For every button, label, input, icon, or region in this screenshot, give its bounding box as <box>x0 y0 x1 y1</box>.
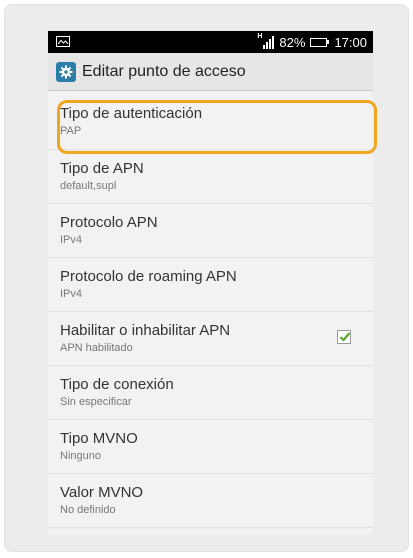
setting-summary: Ninguno <box>60 450 101 462</box>
setting-summary: IPv4 <box>60 288 83 300</box>
setting-title: Tipo de APN <box>60 160 144 177</box>
setting-summary: No definido <box>60 504 116 516</box>
page-title: Editar punto de acceso <box>82 62 246 80</box>
checkmark-icon <box>339 332 351 342</box>
setting-summary: Sin especificar <box>60 396 132 408</box>
setting-title: Habilitar o inhabilitar APN <box>60 322 231 339</box>
setting-apn-enable[interactable]: Habilitar o inhabilitar APN APN habilita… <box>48 312 373 366</box>
setting-title: Valor MVNO <box>60 484 144 501</box>
setting-mvno-value[interactable]: Valor MVNO No definido <box>48 474 373 528</box>
setting-apn-protocol[interactable]: Protocolo APN IPv4 <box>48 204 373 258</box>
setting-title: Protocolo de roaming APN <box>60 268 237 285</box>
setting-title: Tipo MVNO <box>60 430 138 447</box>
signal-type-label: H <box>257 32 263 40</box>
clock: 17:00 <box>334 34 367 50</box>
settings-list: Tipo de autenticación PAP Tipo de APN de… <box>48 91 373 528</box>
action-bar: Editar punto de acceso <box>48 53 373 91</box>
setting-roaming-protocol[interactable]: Protocolo de roaming APN IPv4 <box>48 258 373 312</box>
setting-mvno-type[interactable]: Tipo MVNO Ninguno <box>48 420 373 474</box>
highlight-box <box>57 100 377 154</box>
setting-apn-type[interactable]: Tipo de APN default,supl <box>48 150 373 204</box>
image-icon <box>56 35 70 50</box>
battery-percent: 82% <box>279 34 306 50</box>
setting-summary: APN habilitado <box>60 342 133 354</box>
signal-icon: H <box>257 32 275 49</box>
gear-icon[interactable] <box>56 61 76 82</box>
setting-connection-type[interactable]: Tipo de conexión Sin especificar <box>48 366 373 420</box>
battery-icon <box>310 37 330 47</box>
apn-enabled-checkbox[interactable] <box>337 330 351 344</box>
setting-summary: default,supl <box>60 180 117 192</box>
status-bar: H 82% 17:00 <box>48 31 373 53</box>
setting-summary: IPv4 <box>60 234 83 246</box>
setting-title: Protocolo APN <box>60 214 158 231</box>
setting-title: Tipo de conexión <box>60 376 174 393</box>
